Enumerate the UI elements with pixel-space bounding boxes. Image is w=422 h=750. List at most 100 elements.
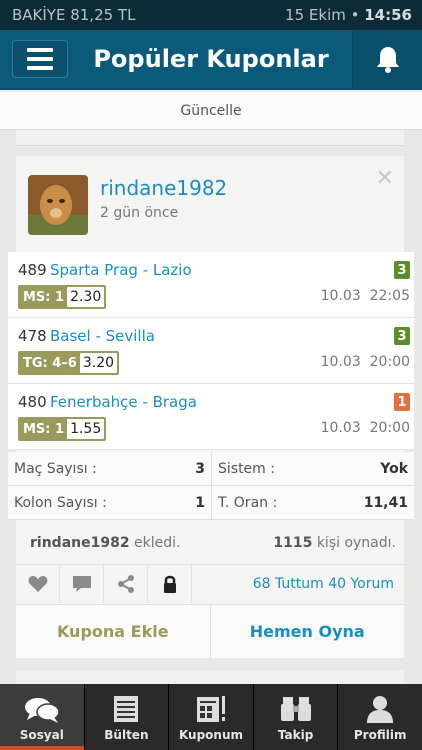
match-code: 489 xyxy=(18,261,47,279)
match-list: 489 Sparta Prag - Lazio 3 MS: 1 2.30 10.… xyxy=(8,252,414,450)
page-title: Popüler Kuponlar xyxy=(93,45,329,73)
stat-column-count: Kolon Sayısı : 1 xyxy=(8,486,211,519)
play-now-button[interactable]: Hemen Oyna xyxy=(210,605,404,658)
match-row[interactable]: 478 Basel - Sevilla 3 TG: 4–6 3.20 10.03… xyxy=(8,318,414,384)
hamburger-icon xyxy=(27,48,53,52)
engagement-link[interactable]: 68 Tuttum 40 Yorum xyxy=(253,576,404,592)
match-row[interactable]: 480 Fenerbahçe - Braga 1 MS: 1 1.55 10.0… xyxy=(8,384,414,450)
comment-button[interactable] xyxy=(60,564,104,603)
stat-label: T. Oran : xyxy=(218,494,278,511)
tab-bulten[interactable]: Bülten xyxy=(83,684,169,750)
match-count-badge: 3 xyxy=(394,327,410,345)
top-nav: Popüler Kuponlar xyxy=(0,30,422,90)
stat-value: Yok xyxy=(380,460,408,477)
stat-value: 11,41 xyxy=(363,494,408,511)
coupon-username[interactable]: rindane1982 xyxy=(100,176,227,200)
coupon-stats: Maç Sayısı : 3 Sistem : Yok Kolon Sayısı… xyxy=(8,452,414,520)
tab-label: Bülten xyxy=(104,728,149,742)
match-time: 20:00 xyxy=(369,420,410,436)
match-time: 22:05 xyxy=(369,288,410,304)
match-date: 10.03 xyxy=(320,420,361,436)
coupon-card: rindane1982 2 gün önce ✕ 489 Sparta Prag… xyxy=(8,156,414,658)
pick-type: MS: 1 xyxy=(23,289,65,305)
match-count-badge: 1 xyxy=(394,393,410,411)
avatar[interactable] xyxy=(28,175,88,235)
stat-match-count: Maç Sayısı : 3 xyxy=(8,452,211,485)
pick-box: MS: 1 2.30 xyxy=(18,285,107,309)
status-bar: BAKİYE 81,25 TL 15 Ekim • 14:56 xyxy=(0,0,422,30)
menu-button[interactable] xyxy=(12,40,68,78)
tab-takip[interactable]: Takip xyxy=(252,684,338,750)
person-icon xyxy=(367,696,394,723)
lock-icon xyxy=(163,575,176,593)
heart-icon xyxy=(28,575,47,592)
date-time: 15 Ekim • 14:56 xyxy=(285,6,412,24)
added-by-suffix: ekledi. xyxy=(134,535,181,551)
close-icon[interactable]: ✕ xyxy=(376,166,394,191)
comment-icon xyxy=(72,575,91,592)
stat-label: Sistem : xyxy=(218,460,275,477)
match-date: 10.03 xyxy=(320,288,361,304)
stat-label: Maç Sayısı : xyxy=(14,460,97,477)
coupon-time-ago: 2 gün önce xyxy=(100,205,179,221)
played-count-suffix: kişi oynadı. xyxy=(316,535,396,551)
stat-value: 3 xyxy=(195,460,205,477)
coupon-meta: rindane1982 ekledi. 1115 kişi oynadı. xyxy=(16,524,404,562)
coupon-icon xyxy=(196,696,225,722)
chat-bubbles-icon xyxy=(24,698,60,723)
tab-kuponum[interactable]: Kuponum xyxy=(168,684,253,750)
pick-odds: 3.20 xyxy=(79,353,118,373)
match-count-badge: 3 xyxy=(394,261,410,279)
status-date: 15 Ekim xyxy=(285,6,346,24)
added-by-user: rindane1982 xyxy=(30,535,130,551)
played-count-text: 1115 kişi oynadı. xyxy=(273,535,396,551)
notifications-button[interactable] xyxy=(352,30,422,88)
binoculars-icon xyxy=(280,697,311,721)
pick-box: MS: 1 1.55 xyxy=(18,417,107,441)
lock-button[interactable] xyxy=(148,564,192,603)
match-teams[interactable]: Fenerbahçe - Braga xyxy=(50,393,197,411)
match-teams[interactable]: Basel - Sevilla xyxy=(50,327,155,345)
stat-value: 1 xyxy=(195,494,205,511)
match-datetime: 10.03 22:05 xyxy=(321,288,410,304)
match-code: 478 xyxy=(18,327,47,345)
match-date: 10.03 xyxy=(320,354,361,370)
add-to-coupon-button[interactable]: Kupona Ekle xyxy=(16,605,211,658)
refresh-button[interactable]: Güncelle xyxy=(0,92,422,130)
balance-text: BAKİYE 81,25 TL xyxy=(12,6,136,24)
tab-label: Sosyal xyxy=(19,728,64,742)
stat-label: Kolon Sayısı : xyxy=(14,494,107,511)
match-row[interactable]: 489 Sparta Prag - Lazio 3 MS: 1 2.30 10.… xyxy=(8,252,414,318)
match-time: 20:00 xyxy=(369,354,410,370)
share-button[interactable] xyxy=(104,564,148,603)
share-icon xyxy=(117,574,134,593)
added-by-text: rindane1982 ekledi. xyxy=(30,535,180,551)
pick-type: MS: 1 xyxy=(23,421,65,437)
like-button[interactable] xyxy=(16,564,60,603)
stat-system: Sistem : Yok xyxy=(211,452,414,485)
pick-type: TG: 4–6 xyxy=(23,355,77,371)
pick-box: TG: 4–6 3.20 xyxy=(18,351,120,375)
match-datetime: 10.03 20:00 xyxy=(321,354,410,370)
bottom-tab-bar: Sosyal Bülten Kuponum Takip Profilim xyxy=(0,684,422,750)
previous-card-edge xyxy=(16,130,404,146)
pick-odds: 2.30 xyxy=(67,287,105,307)
status-time: 14:56 xyxy=(364,6,412,24)
action-bar: 68 Tuttum 40 Yorum xyxy=(16,564,404,603)
match-teams[interactable]: Sparta Prag - Lazio xyxy=(50,261,192,279)
tab-label: Profilim xyxy=(353,728,407,742)
match-code: 480 xyxy=(18,393,47,411)
coupon-header: rindane1982 2 gün önce ✕ xyxy=(16,156,404,252)
tab-sosyal[interactable]: Sosyal xyxy=(0,684,84,750)
tab-profilim[interactable]: Profilim xyxy=(337,684,422,750)
coupon-buttons: Kupona Ekle Hemen Oyna xyxy=(16,604,404,658)
tab-label: Kuponum xyxy=(178,728,244,742)
list-icon xyxy=(114,696,139,722)
tab-label: Takip xyxy=(277,728,314,742)
next-card-edge xyxy=(16,670,404,684)
pick-odds: 1.55 xyxy=(67,419,105,439)
played-count: 1115 xyxy=(273,535,313,551)
bell-icon xyxy=(376,47,399,73)
match-datetime: 10.03 20:00 xyxy=(321,420,410,436)
stat-total-odds: T. Oran : 11,41 xyxy=(211,486,414,519)
